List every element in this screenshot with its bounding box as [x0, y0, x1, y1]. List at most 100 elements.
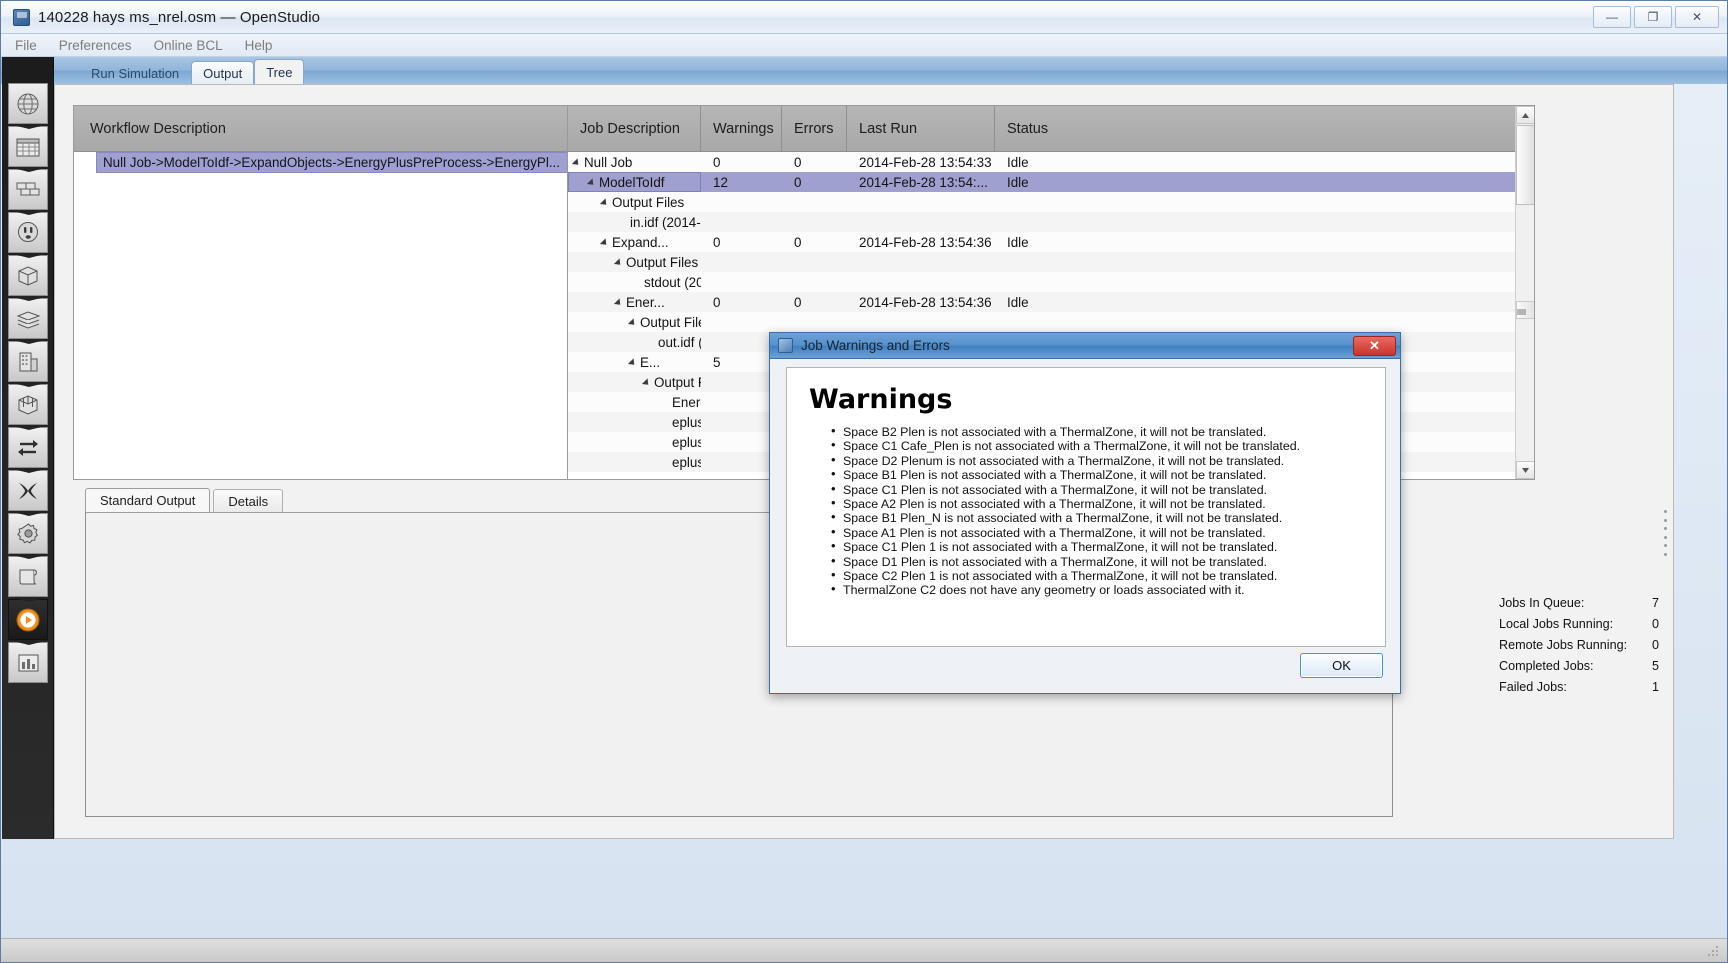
- sidebar-item-schedules[interactable]: [8, 124, 49, 167]
- last-run-cell: [847, 272, 995, 292]
- expand-arrow-icon[interactable]: [613, 258, 624, 268]
- warning-item: ThermalZone C2 does not have any geometr…: [831, 582, 1385, 597]
- column-header-errors[interactable]: Errors: [782, 106, 847, 151]
- tab-run-simulation[interactable]: Run Simulation: [79, 61, 191, 84]
- outlet-icon: [16, 220, 41, 245]
- menu-online-bcl[interactable]: Online BCL: [154, 38, 223, 53]
- expand-arrow-icon[interactable]: [599, 198, 610, 208]
- dialog-close-button[interactable]: ✕: [1353, 335, 1396, 356]
- job-description-cell: Null Job: [568, 152, 701, 172]
- openstudio-window: 140228 hays ms_nrel.osm — OpenStudio — ❐…: [0, 0, 1728, 963]
- job-description-label: Output Files: [626, 254, 699, 270]
- tab-details[interactable]: Details: [213, 489, 284, 512]
- warning-item: Space B2 Plen is not associated with a T…: [831, 424, 1385, 439]
- sidebar-item-hvac-systems[interactable]: [8, 468, 49, 511]
- sidebar-item-run-simulation[interactable]: [8, 597, 49, 640]
- sidebar-item-constructions[interactable]: [8, 167, 49, 210]
- job-description-cell: Ener...: [568, 292, 701, 312]
- column-header-status[interactable]: Status: [995, 106, 1534, 151]
- warning-item: Space C1 Cafe_Plen is not associated wit…: [831, 438, 1385, 453]
- menu-help[interactable]: Help: [245, 38, 273, 53]
- sidebar-item-site[interactable]: [8, 83, 48, 124]
- loop-arrows-icon: [15, 437, 41, 459]
- workflow-description-row[interactable]: Null Job->ModelToIdf->ExpandObjects->Ene…: [96, 152, 596, 173]
- job-description-label: Null Job: [584, 154, 633, 170]
- warnings-cell: [701, 252, 782, 272]
- sidebar-item-space-types[interactable]: [8, 253, 49, 296]
- expand-arrow-icon[interactable]: [627, 358, 638, 368]
- table-row[interactable]: Null Job 0 0 2014-Feb-28 13:54:33 Idle: [568, 152, 1534, 172]
- scrollbar-thumb[interactable]: [1516, 125, 1534, 205]
- table-row[interactable]: Expand... 0 0 2014-Feb-28 13:54:36 Idle: [568, 232, 1534, 252]
- status-cell: [995, 212, 1534, 232]
- expand-arrow-icon[interactable]: [641, 378, 652, 388]
- job-description-cell: Expand...: [568, 232, 701, 252]
- tab-standard-output[interactable]: Standard Output: [85, 488, 211, 512]
- ok-button[interactable]: OK: [1300, 653, 1383, 678]
- errors-cell: 0: [794, 234, 802, 250]
- maximize-button[interactable]: ❐: [1634, 6, 1672, 28]
- dialog-title: Job Warnings and Errors: [801, 338, 950, 353]
- job-description-cell: ModelToIdf: [568, 172, 701, 192]
- job-description-label: Expand...: [612, 234, 669, 250]
- sidebar-item-spaces[interactable]: [8, 382, 49, 425]
- column-header-job-description[interactable]: Job Description: [568, 106, 701, 151]
- layers-icon: [15, 308, 42, 330]
- job-description-label: stdout (2014-Feb-28 13:54:36): [644, 274, 701, 290]
- scroll-down-icon[interactable]: [1516, 461, 1534, 479]
- table-row[interactable]: in.idf (2014-Feb-28 20:54:36): [568, 212, 1534, 232]
- failed-jobs-label: Failed Jobs:: [1499, 679, 1567, 694]
- expand-arrow-icon[interactable]: [599, 238, 610, 248]
- table-row[interactable]: ModelToIdf 12 0 2014-Feb-28 13:54:... Idle: [568, 172, 1534, 192]
- job-tree-scrollbar[interactable]: [1515, 106, 1534, 479]
- dialog-title-bar: Job Warnings and Errors ✕: [770, 333, 1400, 359]
- gear-icon: [16, 521, 41, 546]
- sidebar-item-results-summary[interactable]: [8, 640, 49, 683]
- sidebar-item-facility[interactable]: [8, 339, 49, 382]
- sidebar-item-thermal-zones[interactable]: [8, 425, 49, 468]
- warning-item: Space B1 Plen_N is not associated with a…: [831, 510, 1385, 525]
- warnings-cell: 12: [701, 172, 782, 192]
- resize-grip-icon[interactable]: [1707, 944, 1721, 958]
- menu-bar: File Preferences Online BCL Help: [1, 34, 1727, 57]
- errors-cell: 0: [794, 154, 802, 170]
- menu-preferences[interactable]: Preferences: [59, 38, 132, 53]
- errors-cell: [782, 192, 847, 212]
- column-header-warnings[interactable]: Warnings: [701, 106, 782, 151]
- minimize-button[interactable]: —: [1593, 6, 1631, 28]
- tab-output[interactable]: Output: [191, 61, 255, 84]
- table-row[interactable]: Output Files: [568, 312, 1534, 332]
- tab-tree[interactable]: Tree: [254, 59, 305, 85]
- expand-arrow-icon[interactable]: [613, 298, 624, 308]
- scrollbar-grip[interactable]: [1516, 301, 1534, 319]
- sidebar-item-variables[interactable]: [8, 511, 49, 554]
- job-description-cell: Energy+.ini: [568, 392, 701, 412]
- expand-arrow-icon[interactable]: [586, 178, 597, 188]
- completed-jobs-value: 5: [1651, 658, 1659, 673]
- panel-resize-handle[interactable]: [1662, 510, 1669, 556]
- menu-file[interactable]: File: [15, 38, 37, 53]
- dialog-app-icon: [778, 338, 793, 353]
- table-row[interactable]: Ener... 0 0 2014-Feb-28 13:54:36 Idle: [568, 292, 1534, 312]
- last-run-cell: [847, 312, 995, 332]
- job-description-cell: Output Files: [568, 192, 701, 212]
- errors-cell: [782, 312, 847, 332]
- table-row[interactable]: stdout (2014-Feb-28 13:54:36): [568, 272, 1534, 292]
- table-row[interactable]: Output Files: [568, 192, 1534, 212]
- job-description-label: eplusout.dbg: [672, 454, 701, 470]
- errors-cell: [782, 252, 847, 272]
- column-header-last-run[interactable]: Last Run: [847, 106, 995, 151]
- warning-item: Space D1 Plen is not associated with a T…: [831, 554, 1385, 569]
- sidebar-item-scripts[interactable]: [8, 554, 49, 597]
- local-jobs-running-value: 0: [1651, 616, 1659, 631]
- table-row[interactable]: Output Files: [568, 252, 1534, 272]
- sidebar-item-loads[interactable]: [8, 210, 49, 253]
- expand-arrow-icon[interactable]: [627, 318, 638, 328]
- last-run-cell: 2014-Feb-28 13:54:...: [847, 172, 995, 192]
- scroll-up-icon[interactable]: [1516, 106, 1534, 124]
- status-cell: Idle: [1007, 234, 1029, 250]
- sidebar-item-geometry[interactable]: [8, 296, 49, 339]
- status-cell: [995, 272, 1534, 292]
- expand-arrow-icon[interactable]: [571, 158, 582, 168]
- close-button[interactable]: ✕: [1675, 6, 1719, 28]
